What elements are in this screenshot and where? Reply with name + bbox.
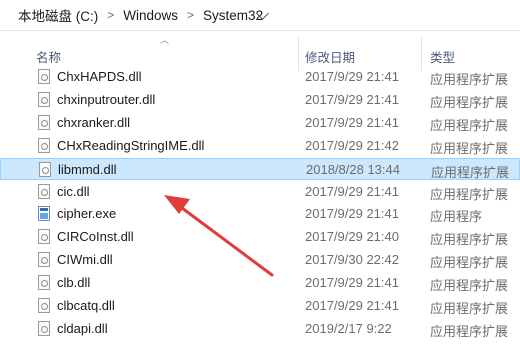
column-header-bar: ︿ 名称 修改日期 类型 — [0, 31, 520, 71]
file-name: libmmd.dll — [58, 161, 117, 177]
file-type: 应用程序扩展 — [430, 278, 509, 294]
file-name: clbcatq.dll — [57, 298, 115, 313]
column-header-name[interactable]: 名称 — [36, 47, 61, 66]
file-type: 应用程序扩展 — [431, 164, 510, 180]
file-type: 应用程序扩展 — [430, 323, 509, 339]
file-modified-date: 2018/8/28 13:44 — [306, 161, 400, 177]
file-row[interactable]: CIWmi.dll 2017/9/30 22:42 应用程序扩展 — [0, 249, 520, 271]
file-modified-date: 2017/9/29 21:41 — [305, 183, 399, 199]
file-row[interactable]: clbcatq.dll 2017/9/29 21:41 应用程序扩展 — [0, 295, 520, 317]
breadcrumb-separator[interactable]: > — [101, 8, 120, 22]
breadcrumb-separator[interactable]: > — [181, 8, 200, 22]
file-name: chxinputrouter.dll — [57, 91, 156, 107]
dll-file-icon — [38, 320, 50, 336]
file-modified-date: 2017/9/29 21:41 — [305, 69, 399, 84]
file-row[interactable]: cic.dll 2017/9/29 21:41 应用程序扩展 — [0, 181, 520, 203]
file-row[interactable]: clb.dll 2017/9/29 21:41 应用程序扩展 — [0, 272, 520, 294]
file-row[interactable]: chxranker.dll 2017/9/29 21:41 应用程序扩展 — [0, 112, 520, 134]
file-type: 应用程序扩展 — [430, 186, 509, 202]
dll-file-icon — [38, 275, 50, 291]
file-type: 应用程序扩展 — [430, 72, 509, 87]
breadcrumb-item-system32[interactable]: System32 — [200, 8, 266, 23]
file-modified-date: 2017/9/29 21:41 — [305, 275, 399, 291]
file-modified-date: 2017/9/29 21:41 — [305, 206, 399, 222]
file-type: 应用程序扩展 — [430, 140, 509, 156]
breadcrumb-item-windows[interactable]: Windows — [120, 8, 181, 23]
file-row[interactable]: CIRCoInst.dll 2017/9/29 21:40 应用程序扩展 — [0, 226, 520, 248]
file-name: CIWmi.dll — [57, 252, 113, 268]
file-modified-date: 2017/9/29 21:41 — [305, 298, 399, 313]
file-type: 应用程序扩展 — [430, 232, 509, 248]
file-type: 应用程序 — [430, 209, 483, 225]
file-name: clb.dll — [57, 275, 91, 291]
dll-file-icon — [38, 69, 50, 84]
dll-file-icon — [39, 161, 51, 177]
exe-file-icon — [38, 206, 50, 222]
file-name: ChxHAPDS.dll — [57, 69, 142, 84]
file-type: 应用程序扩展 — [430, 301, 509, 316]
file-modified-date: 2019/2/17 9:22 — [305, 320, 392, 336]
file-modified-date: 2017/9/29 21:40 — [305, 229, 399, 245]
file-modified-date: 2017/9/29 21:41 — [305, 91, 399, 107]
file-row[interactable]: ChxHAPDS.dll 2017/9/29 21:41 应用程序扩展 — [0, 66, 520, 88]
file-modified-date: 2017/9/29 21:41 — [305, 114, 399, 130]
dll-file-icon — [38, 137, 50, 153]
file-modified-date: 2017/9/29 21:42 — [305, 137, 399, 153]
file-row[interactable]: CHxReadingStringIME.dll 2017/9/29 21:42 应用… — [0, 135, 520, 157]
file-name: CHxReadingStringIME.dll — [57, 137, 205, 153]
sort-ascending-icon: ︿ — [160, 35, 170, 45]
file-type: 应用程序扩展 — [430, 94, 509, 110]
dll-file-icon — [38, 252, 50, 268]
file-name: cipher.exe — [57, 206, 117, 222]
file-row[interactable]: chxinputrouter.dll 2017/9/29 21:41 应用程序扩展 — [0, 89, 520, 111]
dll-file-icon — [38, 91, 50, 107]
file-name: CIRCoInst.dll — [57, 229, 134, 245]
file-name: cldapi.dll — [57, 320, 108, 336]
dll-file-icon — [38, 229, 50, 245]
file-modified-date: 2017/9/30 22:42 — [305, 252, 399, 268]
dll-file-icon — [38, 183, 50, 199]
file-name: cic.dll — [57, 183, 90, 199]
file-type: 应用程序扩展 — [430, 255, 509, 271]
breadcrumb-item-drive[interactable]: 本地磁盘 (C:) — [0, 5, 101, 25]
file-row[interactable]: cipher.exe 2017/9/29 21:41 应用程序 — [0, 203, 520, 225]
dll-file-icon — [38, 298, 50, 313]
file-type: 应用程序扩展 — [430, 117, 509, 133]
file-row[interactable]: cldapi.dll 2019/2/17 9:22 应用程序扩展 — [0, 318, 520, 340]
breadcrumb: 本地磁盘 (C:) > Windows > System32 — [0, 0, 520, 31]
file-row[interactable]: libmmd.dll 2018/8/28 13:44 应用程序扩展 — [0, 157, 520, 180]
file-name: chxranker.dll — [57, 114, 130, 130]
column-header-date[interactable]: 修改日期 — [305, 47, 355, 66]
column-header-type[interactable]: 类型 — [430, 47, 455, 66]
dll-file-icon — [38, 114, 50, 130]
